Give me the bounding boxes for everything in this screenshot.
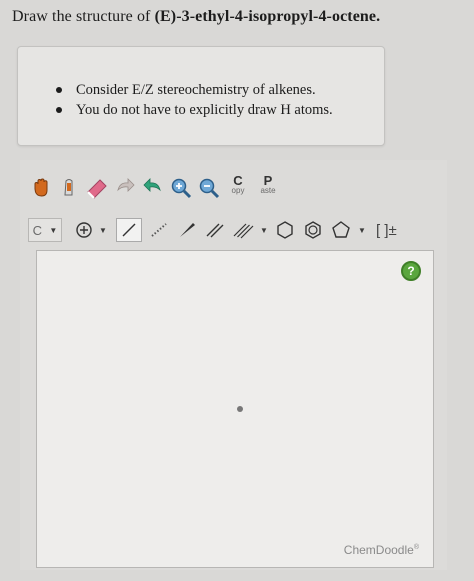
zoom-in-icon [171,178,192,199]
single-bond-button[interactable] [116,218,142,242]
cyclopentane-button[interactable] [328,217,354,243]
cyclohexane-button[interactable] [272,217,298,243]
hashed-bond-icon [151,223,167,237]
hint-list: Consider E/Z stereochemistry of alkenes.… [56,80,333,120]
registered-mark: ® [413,544,419,551]
redo-button[interactable] [140,175,166,201]
copy-label-small: opy [231,186,245,195]
wedge-bond-icon [180,223,195,237]
pentagon-ring-icon [332,221,350,238]
zoom-out-button[interactable] [196,175,222,201]
eraser-icon [87,179,107,199]
question-prefix: Draw the structure of [12,8,155,25]
zoom-in-button[interactable] [168,175,194,201]
hand-tool-button[interactable] [28,175,54,201]
paste-button[interactable]: P aste [254,174,282,202]
help-button[interactable]: ? [401,261,421,281]
brackets-button[interactable]: [ ]± [376,222,397,239]
hashed-bond-button[interactable] [146,217,172,243]
question-suffix: . [376,8,381,25]
plus-charge-icon [76,222,92,238]
undo-button[interactable] [112,175,138,201]
element-select[interactable]: C ▼ [28,218,62,242]
question-text: Draw the structure of (E)-3-ethyl-4-isop… [12,8,380,26]
chemdoodle-brand: ChemDoodle® [344,543,419,557]
chevron-down-icon: ▼ [99,225,107,235]
chevron-down-icon: ▼ [358,225,366,235]
drawing-canvas[interactable]: ? ChemDoodle® [36,250,434,568]
zoom-out-icon [199,178,220,199]
hint-item: Consider E/Z stereochemistry of alkenes. [56,80,333,100]
copy-button[interactable]: C opy [224,174,252,202]
double-bond-icon [206,223,224,238]
redo-icon [143,178,161,192]
chevron-down-icon: ▼ [260,225,268,235]
benzene-button[interactable] [300,217,326,243]
double-bond-button[interactable] [202,217,228,243]
toolbar-row-2: C ▼ ▼ ▼ ▼ []± [28,214,397,246]
benzene-ring-icon [305,221,321,239]
chemdoodle-editor: C opy P aste C ▼ ▼ ▼ ▼ []± ? ChemDoodle… [20,160,447,570]
ring-dropdown[interactable]: ▼ [356,217,368,243]
bond-dropdown[interactable]: ▼ [258,217,270,243]
eraser-tool-button[interactable] [84,175,110,201]
single-bond-icon [122,223,136,237]
brand-text: ChemDoodle [343,543,414,557]
hint-box: Consider E/Z stereochemistry of alkenes.… [17,46,385,146]
triple-bond-button[interactable] [230,217,256,243]
triple-bond-icon [233,223,254,239]
canvas-center-dot [237,406,243,412]
charge-select[interactable]: ▼ [72,218,110,242]
lasso-icon [64,179,73,196]
hint-item: You do not have to explicitly draw H ato… [56,100,333,120]
hexagon-ring-icon [277,221,293,239]
chevron-down-icon: ▼ [49,225,58,235]
wedge-bond-button[interactable] [174,217,200,243]
undo-icon [117,178,135,192]
compound-name: (E)-3-ethyl-4-isopropyl-4-octene [154,8,377,25]
toolbar-row-1: C opy P aste [28,172,284,204]
paste-label-small: aste [260,186,276,195]
hand-icon [34,178,48,197]
element-label: C [32,222,43,238]
lasso-tool-button[interactable] [56,175,82,201]
